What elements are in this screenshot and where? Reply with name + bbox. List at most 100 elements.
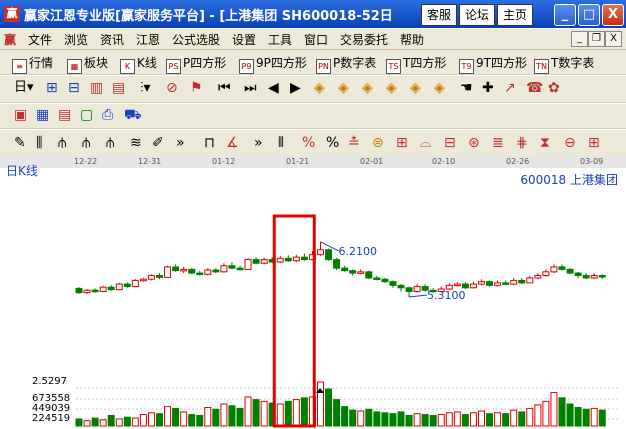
toolbar-t-number-table-label: T数字表 <box>551 56 595 70</box>
cycle-icon[interactable]: ⊖ <box>564 134 576 152</box>
mdi-minimize-button[interactable]: _ <box>571 31 588 47</box>
volume-bar <box>115 418 123 427</box>
toolbar-p-square[interactable]: PS P四方形 <box>166 54 226 74</box>
car-icon[interactable]: ⛟ <box>124 106 142 124</box>
menu-formula-picker[interactable]: 公式选股 <box>172 31 220 48</box>
toolbar-t-square-label: T四方形 <box>403 56 447 70</box>
kline-chart-area[interactable]: 12-22 12-31 01-12 01-21 02-01 02-10 02-2… <box>0 156 626 429</box>
candle-body <box>300 256 308 261</box>
channel-icon[interactable]: ⋕ <box>516 134 528 152</box>
brush-icon[interactable]: ✐ <box>152 134 164 152</box>
toolbar-p-number-table[interactable]: PN P数字表 <box>316 54 376 74</box>
last-icon[interactable]: ⏭ <box>244 79 257 97</box>
menu-window[interactable]: 窗口 <box>304 31 328 48</box>
menu-tools[interactable]: 工具 <box>268 31 292 48</box>
zoom-out-icon[interactable]: ◈ <box>386 79 397 97</box>
spiral-icon[interactable]: ⊛ <box>468 134 480 152</box>
ruler-icon[interactable]: ⫴ <box>278 134 284 152</box>
gann-lines-icon[interactable]: ⫛ <box>106 134 114 152</box>
toolbar-9t-square[interactable]: T9 9T四方形 <box>459 54 527 74</box>
candle-body <box>75 287 83 294</box>
app-menu-icon[interactable]: 赢 <box>4 31 16 48</box>
move-icon[interactable]: ◈ <box>410 79 421 97</box>
zoom-down-icon[interactable]: ◈ <box>338 79 349 97</box>
print-icon[interactable]: ⎙ <box>102 106 113 124</box>
day-period-dropdown[interactable]: 日▾ <box>14 79 34 97</box>
trend-icon[interactable]: ↗ <box>504 79 516 97</box>
square-icon[interactable]: ⊟ <box>444 134 456 152</box>
close-button[interactable]: X <box>602 4 624 26</box>
toolbar-t-square[interactable]: TS T四方形 <box>386 54 446 74</box>
box-icon[interactable]: ⊓ <box>204 134 215 152</box>
menu-settings[interactable]: 设置 <box>232 31 256 48</box>
menu-gann[interactable]: 江恩 <box>136 31 160 48</box>
zoom-in-icon[interactable]: ◈ <box>362 79 373 97</box>
volume-bar <box>469 412 477 427</box>
toolbar-t-number-table[interactable]: TN T数字表 <box>534 54 594 74</box>
next-icon[interactable]: ▶ <box>290 79 301 97</box>
menu-file[interactable]: 文件 <box>28 31 52 48</box>
hand-icon[interactable]: ☚ <box>460 79 473 97</box>
chart-mode-icon[interactable]: ⊞ <box>46 79 58 97</box>
percent-slash-icon[interactable]: % <box>302 134 315 152</box>
more-tools-icon[interactable]: » <box>176 134 185 152</box>
menu-info[interactable]: 资讯 <box>100 31 124 48</box>
more-tools-2-icon[interactable]: » <box>254 134 263 152</box>
candle-chart-icon[interactable]: ▤ <box>112 79 125 97</box>
window-icon[interactable]: ▢ <box>80 106 93 124</box>
toolbar-sectors[interactable]: ▦ 板块 <box>67 54 108 74</box>
weight-icon[interactable]: ⊘ <box>166 79 178 97</box>
title-bar[interactable]: 赢 赢家江恩专业版[赢家服务平台] - [上港集团 SH600018-52日 客… <box>0 0 626 28</box>
candle-body <box>147 275 155 280</box>
home-button[interactable]: 主页 <box>497 4 533 26</box>
menu-browse[interactable]: 浏览 <box>64 31 88 48</box>
percent-icon[interactable]: % <box>326 134 339 152</box>
toolbar-kline[interactable]: K K线 <box>120 54 157 74</box>
fan-lines-icon[interactable]: ⫛ <box>58 134 66 152</box>
forum-button[interactable]: 论坛 <box>459 4 495 26</box>
candle-body <box>341 267 349 272</box>
candle-body <box>502 282 510 285</box>
gann-box-icon[interactable]: ⊞ <box>396 134 408 152</box>
wave-icon[interactable]: ≋ <box>130 134 142 152</box>
high-price-label: 6.2100 <box>339 245 378 258</box>
maximize-button[interactable]: □ <box>578 4 600 26</box>
info-panel-icon[interactable]: ⊟ <box>68 79 80 97</box>
grid-lines-icon[interactable]: ⫛ <box>82 134 90 152</box>
mdi-restore-button[interactable]: ❐ <box>588 31 605 47</box>
pencil-icon[interactable]: ✎ <box>14 134 26 152</box>
indicator-dropdown-icon[interactable]: ⫶▾ <box>140 79 151 97</box>
lines-icon[interactable]: ≣ <box>492 134 504 152</box>
menu-help[interactable]: 帮助 <box>400 31 424 48</box>
report-icon[interactable]: ▤ <box>58 106 71 124</box>
calendar-icon[interactable]: ▣ <box>14 106 27 124</box>
volume-bar <box>292 399 300 427</box>
fib-icon[interactable]: ≛ <box>348 134 360 152</box>
toolbar-9t-square-label: 9T四方形 <box>476 56 527 70</box>
prev-icon[interactable]: ◀ <box>268 79 279 97</box>
candle-body <box>550 266 558 273</box>
toolbar-quotes[interactable]: ≡ 行情 <box>12 54 53 74</box>
angle-icon[interactable]: ∡ <box>226 134 239 152</box>
circle-icon[interactable]: ⊜ <box>372 134 384 152</box>
first-icon[interactable]: ⏮ <box>218 79 231 97</box>
alert-icon[interactable]: ☎ <box>526 79 543 97</box>
arc-icon[interactable]: ⌓ <box>420 134 431 152</box>
mdi-close-button[interactable]: X <box>605 31 622 47</box>
bar-chart-icon[interactable]: ▥ <box>90 79 103 97</box>
toolbar-9p-square[interactable]: P9 9P四方形 <box>239 54 307 74</box>
refresh-icon[interactable]: ✿ <box>548 79 560 97</box>
vertical-lines-icon[interactable]: ⫼ <box>36 134 42 152</box>
grid-icon[interactable]: ▦ <box>36 106 49 124</box>
candle-body <box>236 267 244 271</box>
fit-icon[interactable]: ◈ <box>434 79 445 97</box>
zoom-up-icon[interactable]: ◈ <box>314 79 325 97</box>
time-icon[interactable]: ⊞ <box>588 134 600 152</box>
volume-bar <box>228 405 236 427</box>
menu-trade[interactable]: 交易委托 <box>340 31 388 48</box>
flag-icon[interactable]: ⚑ <box>190 79 203 97</box>
crosshair-icon[interactable]: ✚ <box>482 79 494 97</box>
customer-service-button[interactable]: 客服 <box>421 4 457 26</box>
speed-icon[interactable]: ⧗ <box>540 134 550 152</box>
minimize-button[interactable]: _ <box>554 4 576 26</box>
